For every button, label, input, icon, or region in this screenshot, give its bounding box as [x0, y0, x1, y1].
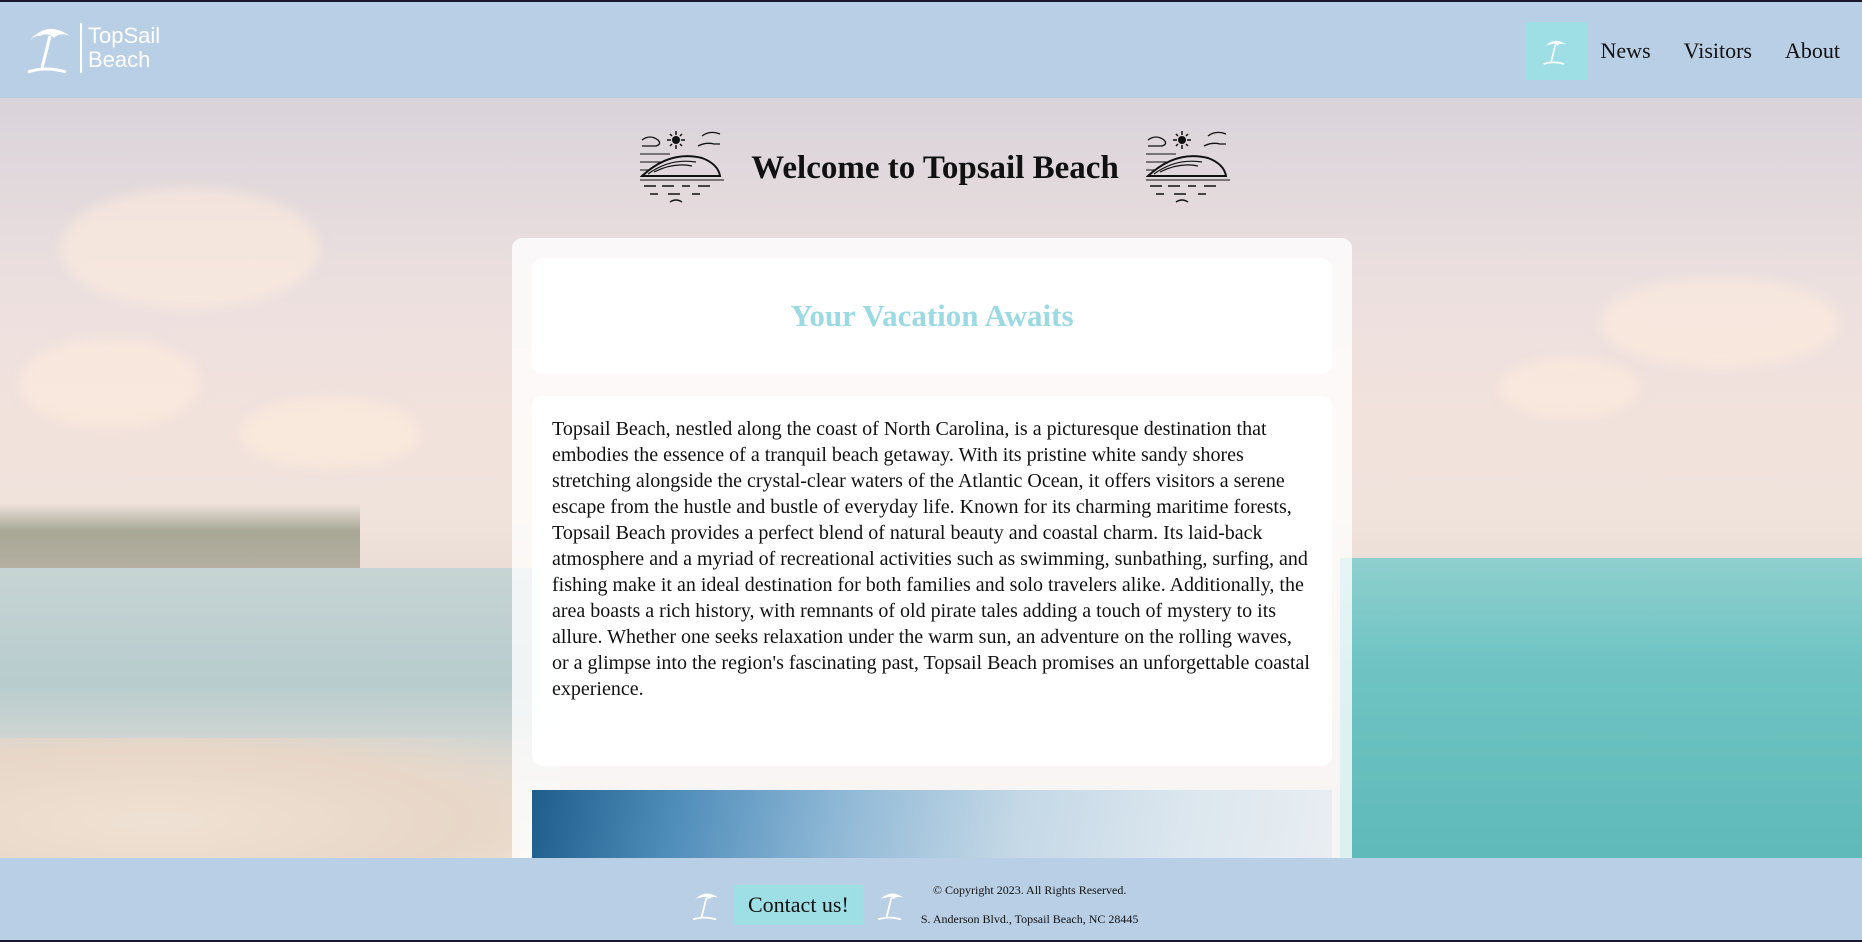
content-card: Your Vacation Awaits Topsail Beach, nest…	[512, 238, 1352, 890]
copyright-text: © Copyright 2023. All Rights Reserved.	[932, 883, 1127, 897]
palm-umbrella-icon	[27, 28, 70, 74]
card-title: Your Vacation Awaits	[790, 298, 1074, 333]
nav-link-visitors[interactable]: Visitors	[1684, 38, 1752, 64]
card-body-text: Topsail Beach, nestled along the coast o…	[552, 418, 1310, 700]
site-logo[interactable]: TopSail Beach	[26, 22, 160, 74]
beach-wave-icon	[1146, 131, 1230, 203]
beach-wave-icon	[640, 131, 724, 203]
card-title-box: Your Vacation Awaits	[532, 258, 1332, 374]
palm-umbrella-icon	[1542, 40, 1566, 65]
welcome-banner: Welcome to Topsail Beach	[640, 128, 1230, 208]
contact-us-button[interactable]: Contact us!	[734, 885, 863, 925]
welcome-title: Welcome to Topsail Beach	[751, 149, 1119, 186]
nav-home-button[interactable]	[1524, 22, 1587, 80]
logo-separator	[80, 23, 82, 73]
logo-text-line1: TopSail	[88, 23, 161, 48]
logo-text-line2: Beach	[88, 47, 151, 72]
palm-umbrella-icon	[692, 893, 719, 921]
card-text-box: Topsail Beach, nestled along the coast o…	[532, 396, 1332, 766]
site-header: TopSail Beach News Visitors About	[0, 0, 1862, 98]
main-nav: News Visitors About	[1524, 22, 1862, 80]
palm-umbrella-icon	[877, 893, 904, 921]
address-text: S. Anderson Blvd., Topsail Beach, NC 284…	[920, 912, 1139, 926]
footer-info: © Copyright 2023. All Rights Reserved. S…	[921, 876, 1139, 934]
nav-link-news[interactable]: News	[1601, 38, 1651, 64]
site-footer: Contact us! © Copyright 2023. All Rights…	[0, 858, 1862, 942]
nav-link-about[interactable]: About	[1785, 38, 1840, 64]
